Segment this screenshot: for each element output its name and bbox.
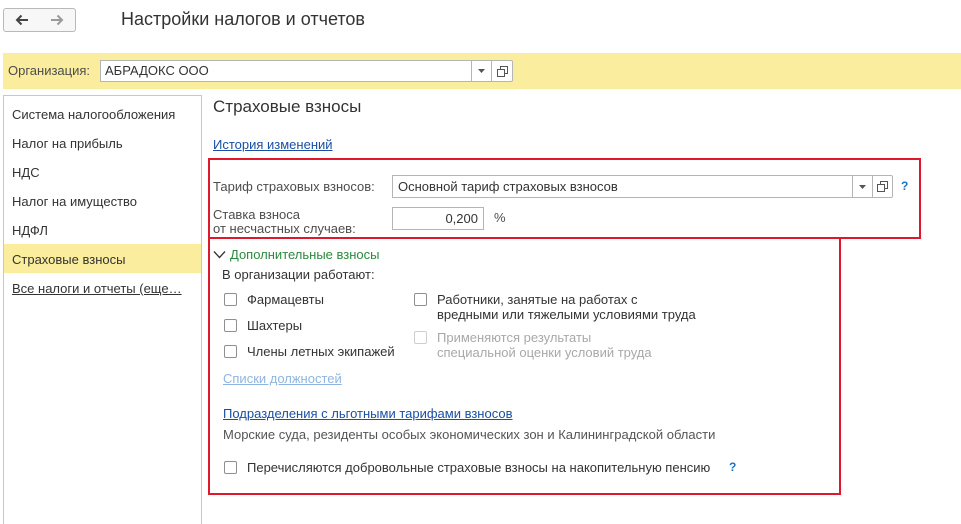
checkbox-box[interactable] bbox=[224, 319, 237, 332]
tariff-open-button[interactable] bbox=[872, 175, 893, 198]
voluntary-help-icon[interactable]: ? bbox=[729, 460, 736, 474]
checkbox-voluntary-pension[interactable]: Перечисляются добровольные страховые взн… bbox=[224, 460, 710, 475]
arrow-right-icon bbox=[51, 14, 64, 26]
assessment-line1: Применяются результаты bbox=[437, 330, 592, 345]
assessment-line2: специальной оценки условий труда bbox=[437, 345, 652, 360]
divisions-link[interactable]: Подразделения с льготными тарифами взнос… bbox=[223, 406, 513, 421]
checkbox-label: Фармацевты bbox=[247, 292, 324, 307]
sidebar-item-insurance[interactable]: Страховые взносы bbox=[4, 244, 201, 273]
checkbox-box[interactable] bbox=[224, 345, 237, 358]
checkbox-label: Работники, занятые на работах с вредными… bbox=[437, 292, 696, 322]
organization-dropdown-button[interactable] bbox=[471, 60, 492, 82]
checkbox-flight-crew[interactable]: Члены летных экипажей bbox=[224, 344, 395, 359]
tariff-label: Тариф страховых взносов: bbox=[213, 179, 375, 194]
section-title: Страховые взносы bbox=[213, 97, 362, 116]
divisions-note: Морские суда, резиденты особых экономиче… bbox=[223, 427, 716, 442]
checkbox-box[interactable] bbox=[224, 293, 237, 306]
sidebar-item-profit-tax[interactable]: Налог на прибыль bbox=[4, 128, 201, 157]
organization-open-button[interactable] bbox=[492, 60, 513, 82]
tariff-help-icon[interactable]: ? bbox=[901, 179, 908, 193]
positions-list-link[interactable]: Списки должностей bbox=[223, 371, 342, 386]
tariff-input[interactable]: Основной тариф страховых взносов bbox=[392, 175, 853, 198]
organization-label: Организация: bbox=[8, 63, 91, 78]
additional-group-toggle[interactable]: Дополнительные взносы bbox=[213, 247, 380, 262]
organization-bar: Организация: АБРАДОКС ООО bbox=[3, 53, 961, 89]
checkbox-special-assessment: Применяются результаты специальной оценк… bbox=[414, 330, 652, 360]
checkbox-box bbox=[414, 331, 427, 344]
rate-label-line1: Ставка взноса bbox=[213, 207, 301, 222]
open-form-icon bbox=[877, 181, 888, 192]
checkbox-box[interactable] bbox=[224, 461, 237, 474]
sidebar: Система налогообложения Налог на прибыль… bbox=[3, 95, 202, 524]
chevron-down-icon bbox=[213, 251, 226, 259]
rate-input[interactable]: 0,200 bbox=[392, 207, 484, 230]
checkbox-label: Применяются результаты специальной оценк… bbox=[437, 330, 652, 360]
page-title: Настройки налогов и отчетов bbox=[121, 9, 365, 29]
organization-input[interactable]: АБРАДОКС ООО bbox=[100, 60, 472, 82]
sidebar-item-tax-system[interactable]: Система налогообложения bbox=[4, 99, 201, 128]
checkbox-box[interactable] bbox=[414, 293, 427, 306]
checkbox-label: Члены летных экипажей bbox=[247, 344, 395, 359]
chevron-down-icon bbox=[859, 184, 866, 189]
harmful-line1: Работники, занятые на работах с bbox=[437, 292, 638, 307]
back-button[interactable] bbox=[3, 8, 40, 32]
harmful-line2: вредными или тяжелыми условиями труда bbox=[437, 307, 696, 322]
checkbox-pharmacists[interactable]: Фармацевты bbox=[224, 292, 324, 307]
checkbox-label: Шахтеры bbox=[247, 318, 303, 333]
chevron-down-icon bbox=[478, 69, 485, 73]
history-link[interactable]: История изменений bbox=[213, 137, 333, 152]
sidebar-item-all-taxes[interactable]: Все налоги и отчеты (еще… bbox=[4, 273, 201, 302]
rate-label-line2: от несчастных случаев: bbox=[213, 221, 356, 236]
arrow-left-icon bbox=[15, 14, 28, 26]
employees-label: В организации работают: bbox=[222, 267, 375, 282]
additional-group-title: Дополнительные взносы bbox=[230, 247, 380, 262]
sidebar-item-vat[interactable]: НДС bbox=[4, 157, 201, 186]
forward-button[interactable] bbox=[39, 8, 76, 32]
checkbox-harmful-conditions[interactable]: Работники, занятые на работах с вредными… bbox=[414, 292, 696, 322]
tariff-dropdown-button[interactable] bbox=[852, 175, 873, 198]
sidebar-item-property-tax[interactable]: Налог на имущество bbox=[4, 186, 201, 215]
checkbox-miners[interactable]: Шахтеры bbox=[224, 318, 302, 333]
sidebar-item-ndfl[interactable]: НДФЛ bbox=[4, 215, 201, 244]
checkbox-label: Перечисляются добровольные страховые взн… bbox=[247, 460, 711, 475]
open-form-icon bbox=[496, 65, 508, 77]
rate-unit: % bbox=[494, 210, 506, 225]
